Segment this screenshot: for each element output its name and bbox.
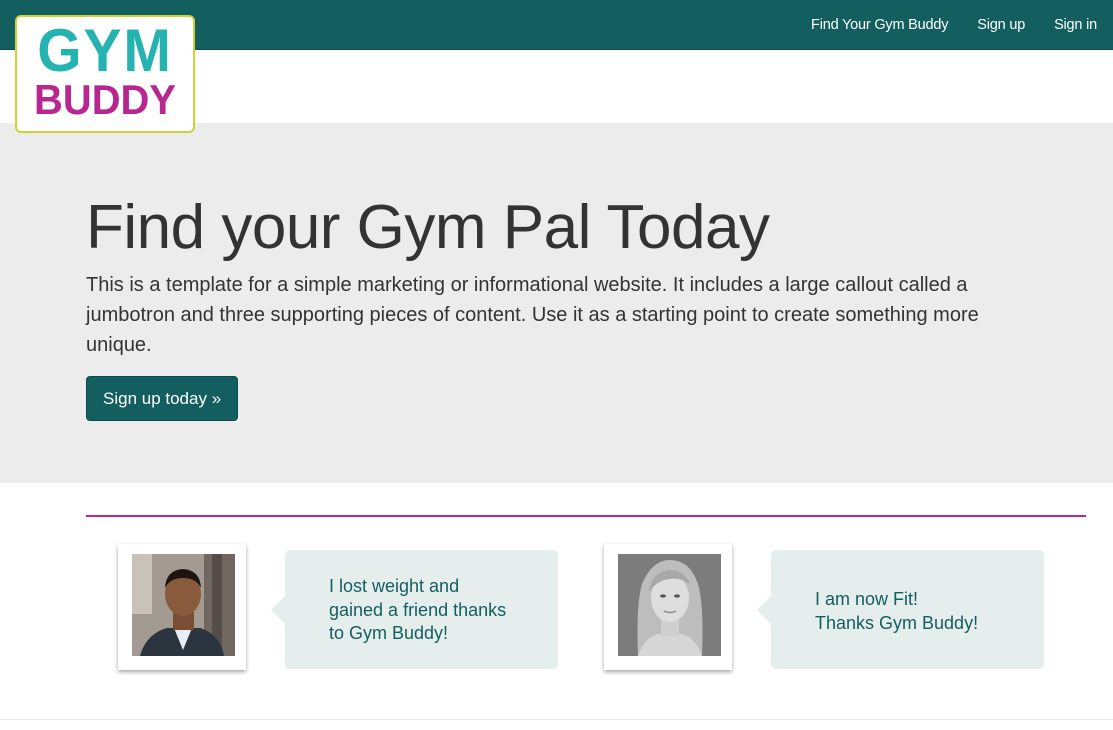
man-portrait-image bbox=[132, 554, 235, 656]
nav-links: Find Your Gym Buddy Sign up Sign in bbox=[782, 0, 1097, 50]
woman-portrait-image bbox=[618, 554, 721, 656]
testimonial-bubble: I lost weight and gained a friend thanks… bbox=[271, 550, 558, 669]
quote-line: I am now Fit! bbox=[815, 589, 919, 609]
gym-buddy-logo[interactable]: GYM BUDDY bbox=[15, 15, 195, 133]
testimonial-quote: I lost weight and gained a friend thanks… bbox=[329, 575, 506, 646]
sign-up-today-button[interactable]: Sign up today » bbox=[86, 376, 239, 421]
nav-sign-in[interactable]: Sign in bbox=[1054, 17, 1097, 33]
jumbotron: Find your Gym Pal Today This is a templa… bbox=[0, 123, 1113, 483]
quote-line: I lost weight and bbox=[329, 576, 460, 596]
testimonial-bubble: I am now Fit! Thanks Gym Buddy! bbox=[757, 550, 1044, 669]
jumbotron-description: This is a template for a simple marketin… bbox=[86, 274, 979, 356]
footer-divider bbox=[0, 719, 1113, 720]
quote-line: gained a friend thanks bbox=[329, 599, 507, 620]
nav-sign-up[interactable]: Sign up bbox=[977, 17, 1025, 33]
nav-find-gym-buddy[interactable]: Find Your Gym Buddy bbox=[811, 17, 948, 33]
testimonial-photo-frame bbox=[604, 544, 732, 670]
logo-text-gym: GYM bbox=[37, 17, 173, 84]
section-divider bbox=[86, 515, 1086, 517]
quote-line: Thanks Gym Buddy! bbox=[815, 612, 979, 633]
testimonial-photo-frame bbox=[118, 544, 246, 670]
page-title: Find your Gym Pal Today bbox=[86, 193, 770, 262]
testimonial-quote: I am now Fit! Thanks Gym Buddy! bbox=[815, 588, 978, 635]
quote-line: to Gym Buddy! bbox=[329, 623, 449, 643]
logo-text-buddy: BUDDY bbox=[34, 76, 176, 123]
